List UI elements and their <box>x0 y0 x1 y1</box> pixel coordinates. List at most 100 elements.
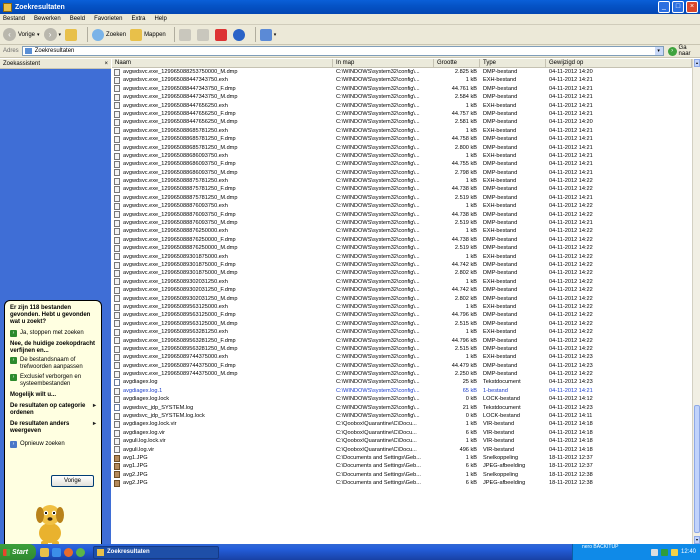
exclude-hidden-option[interactable]: › Exclusief verborgen en systeembestande… <box>10 374 96 388</box>
table-row[interactable]: avg2.JPG C:\Documents and Settings\Geb...… <box>112 471 692 479</box>
table-row[interactable]: avgwdsvc.exe_129965088685781250_F.dmp C:\… <box>112 135 692 143</box>
table-row[interactable]: avgwdsvc.exe_129965088685781250_M.dmp C:\… <box>112 144 692 152</box>
scroll-up-icon[interactable]: ▴ <box>694 59 700 67</box>
browser-icon[interactable] <box>76 547 85 557</box>
table-row[interactable]: avgwdsvc.exe_129965089563125000_M.dmp C:\… <box>112 320 692 328</box>
new-search-option[interactable]: › Opnieuw zoeken <box>10 441 96 448</box>
menu-bewerken[interactable]: Bewerken <box>34 16 61 22</box>
table-row[interactable]: avgwdsvc.exe_129965088875781250_M.dmp C:\… <box>112 194 692 202</box>
tray-icon[interactable] <box>650 548 658 556</box>
table-row[interactable]: avgwdsvc.exe_129965089744375000.exh C:\WI… <box>112 353 692 361</box>
table-row[interactable]: avgwdsvc.exe_129965088447656250_F.dmp C:\… <box>112 110 692 118</box>
table-row[interactable]: avgdiagex.log.lock.vir C:\Qoobox\Quaranti… <box>112 420 692 429</box>
table-row[interactable]: avgwdsvc.exe_129965089563125000.exh C:\WI… <box>112 303 692 311</box>
tray-icon[interactable] <box>670 548 678 556</box>
back-button-sidebar[interactable]: Vorige <box>51 475 94 487</box>
table-row[interactable]: avg2.JPG C:\Documents and Settings\Geb...… <box>112 479 692 487</box>
internet-explorer-icon[interactable] <box>52 547 61 557</box>
column-header-type[interactable]: Type <box>480 59 546 67</box>
table-row[interactable]: avgwdsvc.exe_129965089301875000_M.dmp C:\… <box>112 269 692 278</box>
table-row[interactable]: avgwdsvc.exe_129965089301875000.exh C:\WI… <box>112 253 692 261</box>
table-row[interactable]: avgwdsvc.exe_129965088876250000_F.dmp C:\… <box>112 236 692 244</box>
taskbar-window-button[interactable]: Zoekresultaten <box>93 545 219 559</box>
table-row[interactable]: avgwdsvc.exe_129965088447343750_F.dmp C:\… <box>112 85 692 93</box>
table-row[interactable]: avgwdsvc.exe_129965089302031250_M.dmp C:\… <box>112 295 692 303</box>
scroll-down-icon[interactable]: ▾ <box>694 536 700 544</box>
tray-icon[interactable] <box>660 548 668 556</box>
search-button[interactable]: Zoeken <box>92 27 126 43</box>
table-row[interactable]: avgwdsvc.exe_129965088876093750_M.dmp C:\… <box>112 219 692 227</box>
column-header-modified[interactable]: Gewijzigd op <box>546 59 692 67</box>
table-row[interactable]: avgwdsvc.exe_129965088447656250_M.dmp C:\… <box>112 118 692 127</box>
forward-button[interactable]: › ▾ <box>43 27 62 43</box>
menu-favorieten[interactable]: Favorieten <box>94 16 122 22</box>
stop-search-option[interactable]: › Ja, stoppen met zoeken <box>10 330 96 337</box>
close-button[interactable]: × <box>686 1 698 13</box>
close-pane-icon[interactable]: × <box>104 61 108 67</box>
table-row[interactable]: avgwdsvc.exe_129965088686093750_M.dmp C:\… <box>112 169 692 177</box>
menu-bestand[interactable]: Bestand <box>3 16 25 22</box>
table-row[interactable]: avg1.JPG C:\Documents and Settings\Geb...… <box>112 462 692 471</box>
back-dropdown-icon[interactable]: ▾ <box>37 32 40 38</box>
table-row[interactable]: avgwdsvc.exe_129965089744375000_F.dmp C:\… <box>112 362 692 370</box>
table-row[interactable]: avguli.log.vir C:\Qoobox\Quarantine\C\Doc… <box>112 446 692 454</box>
table-row[interactable]: avg1.JPG C:\Documents and Settings\Geb...… <box>112 454 692 462</box>
table-row[interactable]: avgwdsvc.exe_129965088875781250.exh C:\WI… <box>112 177 692 185</box>
table-row[interactable]: avgwdsvc.exe_129965089301875000_F.dmp C:\… <box>112 261 692 269</box>
column-header-size[interactable]: Grootte <box>434 59 480 67</box>
table-row[interactable]: avgwdsvc.exe_129965089302031250_F.dmp C:\… <box>112 286 692 294</box>
minimize-button[interactable]: _ <box>658 1 670 13</box>
table-row[interactable]: avguli.log.lock.vir C:\Qoobox\Quarantine\… <box>112 437 692 445</box>
table-row[interactable]: avgwdsvc.exe_129965088876093750_F.dmp C:\… <box>112 211 692 219</box>
window-titlebar[interactable]: Zoekresultaten _ □ × <box>0 0 700 14</box>
table-row[interactable]: avgwdsvc.exe_129965088876250000_M.dmp C:\… <box>112 244 692 252</box>
table-row[interactable]: avgwdsvc.exe_129965088685781250.exh C:\WI… <box>112 127 692 135</box>
table-row[interactable]: avgwdsvc_jdp_SYSTEM.log C:\WINDOWS\system… <box>112 404 692 412</box>
table-row[interactable]: avgwdsvc.exe_129965088253750000_M.dmp C:\… <box>112 68 692 76</box>
go-button[interactable]: › Ga naar <box>667 45 700 57</box>
folders-button[interactable]: Mappen <box>130 27 166 43</box>
table-row[interactable]: avgwdsvc.exe_129965088876093750.exh C:\WI… <box>112 202 692 210</box>
table-row[interactable]: avgwdsvc.exe_129965089563281250_F.dmp C:\… <box>112 337 692 345</box>
menu-help[interactable]: Help <box>154 16 166 22</box>
table-row[interactable]: avgdiagex.log.1 C:\WINDOWS\system32\confi… <box>112 387 692 395</box>
maximize-button[interactable]: □ <box>672 1 684 13</box>
copy-to-button[interactable] <box>196 27 211 43</box>
table-row[interactable]: avgwdsvc.exe_129965089302031250.exh C:\WI… <box>112 278 692 286</box>
table-row[interactable]: avgwdsvc.exe_129965089563281250.exh C:\WI… <box>112 328 692 336</box>
table-row[interactable]: avgdiagex.log.lock C:\WINDOWS\system32\co… <box>112 395 692 403</box>
back-button[interactable]: ‹ Vorige ▾ <box>3 27 40 43</box>
firefox-icon[interactable] <box>64 547 73 557</box>
table-row[interactable]: avgwdsvc.exe_129965088447343750_M.dmp C:\… <box>112 93 692 101</box>
delete-button[interactable] <box>214 27 229 43</box>
undo-button[interactable] <box>232 27 247 43</box>
menu-beeld[interactable]: Beeld <box>70 16 85 22</box>
table-row[interactable]: avgwdsvc_jdp_SYSTEM.log.lock C:\WINDOWS\s… <box>112 412 692 420</box>
table-row[interactable]: avgwdsvc.exe_129965089563281250_M.dmp C:\… <box>112 345 692 353</box>
address-dropdown-icon[interactable]: ▾ <box>654 47 663 55</box>
table-row[interactable]: avgdiagex.log C:\WINDOWS\system32\config\… <box>112 378 692 387</box>
move-to-button[interactable] <box>178 27 193 43</box>
column-header-name[interactable]: Naam <box>112 59 333 67</box>
change-view-option[interactable]: De resultaten anders weergeven ▸ <box>10 421 96 435</box>
table-row[interactable]: avgwdsvc.exe_129965088876250000.exh C:\WI… <box>112 227 692 236</box>
table-row[interactable]: avgdiagex.log.vir C:\Qoobox\Quarantine\C\… <box>112 429 692 437</box>
vertical-scrollbar[interactable]: ▴ ▾ <box>692 59 700 544</box>
table-row[interactable]: avgwdsvc.exe_129965089744375000_M.dmp C:\… <box>112 370 692 378</box>
start-button[interactable]: Start <box>0 544 36 560</box>
table-row[interactable]: avgwdsvc.exe_129965088447343750.exh C:\WI… <box>112 76 692 85</box>
views-button[interactable]: ▾ <box>259 27 276 43</box>
scroll-thumb[interactable] <box>694 405 700 533</box>
table-row[interactable]: avgwdsvc.exe_129965088686093750_F.dmp C:\… <box>112 160 692 168</box>
sort-by-category-option[interactable]: De resultaten op categorie ordenen ▸ <box>10 403 96 417</box>
address-input[interactable]: Zoekresultaten ▾ <box>21 46 664 56</box>
change-filename-option[interactable]: › De bestandsnaam of trefwoorden aanpass… <box>10 357 96 371</box>
table-row[interactable]: avgwdsvc.exe_129965089563125000_F.dmp C:\… <box>112 311 692 320</box>
forward-dropdown-icon[interactable]: ▾ <box>59 32 62 38</box>
search-dog-icon[interactable] <box>30 497 70 547</box>
table-row[interactable]: avgwdsvc.exe_129965088875781250_F.dmp C:\… <box>112 185 692 194</box>
show-desktop-icon[interactable] <box>40 547 49 557</box>
table-row[interactable]: avgwdsvc.exe_129965088447656250.exh C:\WI… <box>112 102 692 110</box>
up-folder-button[interactable] <box>65 27 79 43</box>
menu-extra[interactable]: Extra <box>131 16 145 22</box>
